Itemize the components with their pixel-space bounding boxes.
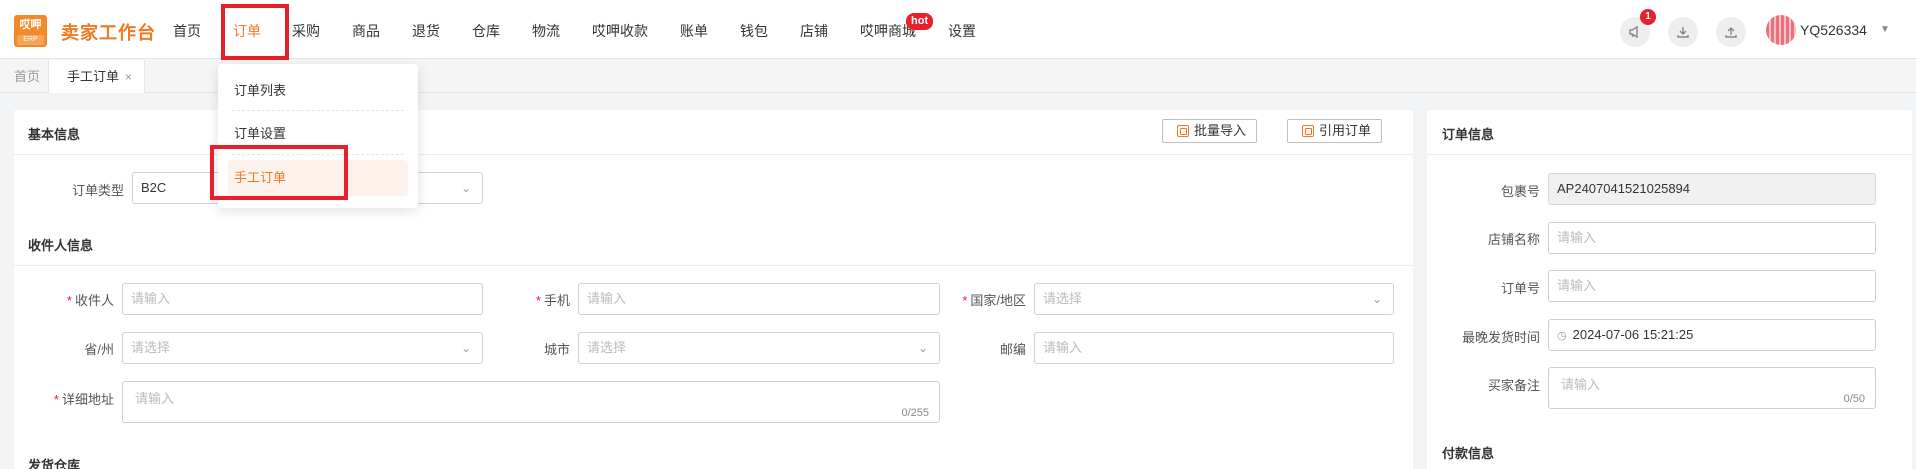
recipient-name-input[interactable]: 请输入 [122,283,483,315]
chevron-down-icon[interactable]: ▼ [1880,24,1890,35]
city-label: 城市 [543,342,570,357]
order-no-input[interactable]: 请输入 [1548,270,1876,302]
batch-import-label: 批量导入 [1194,123,1247,138]
nav-item-wallet[interactable]: 钱包 [740,0,768,59]
ship-time-value: 2024-07-06 15:21:25 [1572,327,1694,342]
divider [14,265,1413,266]
country-select[interactable]: 请选择 ⌄ [1034,283,1394,315]
province-placeholder: 请选择 [131,340,171,355]
brand-name: 卖家工作台 [61,23,156,43]
nav-item-shops[interactable]: 店铺 [800,0,828,59]
country-placeholder: 请选择 [1043,291,1083,306]
nav-item-products[interactable]: 商品 [352,0,380,59]
logo-subtext: ERP [17,35,44,45]
shop-name-input[interactable]: 请输入 [1548,222,1876,254]
chevron-down-icon: ⌄ [1371,292,1382,306]
phone-label: * 手机 [535,293,570,308]
notification-badge: 1 [1640,9,1656,25]
chevron-down-icon: ⌄ [460,341,471,355]
download-icon[interactable] [1668,17,1698,47]
chevron-down-icon: ⌄ [917,341,928,355]
cite-order-label: 引用订单 [1319,123,1372,138]
tab-home[interactable]: 首页 [14,60,40,93]
nav-item-purchase[interactable]: 采购 [292,0,320,59]
province-select[interactable]: 请选择 ⌄ [122,332,483,364]
batch-import-button[interactable]: 批量导入 [1162,119,1258,143]
address-char-count: 0/255 [901,407,929,419]
cite-order-button[interactable]: 引用订单 [1287,119,1383,143]
copy-icon [1177,125,1189,137]
basic-info-title: 基本信息 [28,127,81,142]
address-label: * 详细地址 [53,392,114,407]
recipient-info-title: 收件人信息 [28,238,94,253]
province-label: 省/州 [84,342,114,357]
nav-item-payments[interactable]: 哎呷收款 [592,0,648,59]
nav-item-mall[interactable]: 哎呷商城 [860,0,916,59]
divider [1427,154,1912,155]
nav-item-settings[interactable]: 设置 [948,0,976,59]
menu-item-order-list[interactable]: 订单列表 [228,73,408,109]
nav-item-home[interactable]: 首页 [173,0,201,59]
address-placeholder: 请输入 [135,391,175,406]
highlight-box-manual-order [210,145,348,200]
remark-char-count: 0/50 [1843,393,1865,405]
nav-item-bills[interactable]: 账单 [680,0,708,59]
clock-icon: ◷ [1557,330,1567,342]
order-type-label: 订单类型 [71,183,124,198]
zip-input[interactable]: 请输入 [1034,332,1394,364]
phone-input[interactable]: 请输入 [578,283,940,315]
tab-label: 手工订单 [67,69,120,84]
username[interactable]: YQ526334 [1800,22,1867,38]
remark-label: 买家备注 [1487,378,1540,393]
country-label: * 国家/地区 [962,293,1026,308]
remark-placeholder: 请输入 [1561,377,1601,392]
tab-manual-order[interactable]: 手工订单 × [48,60,146,93]
close-icon[interactable]: × [125,70,132,84]
address-textarea[interactable]: 请输入 0/255 [122,381,940,423]
hot-badge: hot [906,13,934,30]
top-navbar: 哎呷 ERP 卖家工作台 首页 订单 采购 商品 退货 仓库 物流 哎呷收款 账… [0,0,1916,60]
warehouse-title: 发货仓库 [28,458,81,469]
nav-item-returns[interactable]: 退货 [412,0,440,59]
order-type-value: B2C [141,180,167,195]
shop-name-label: 店铺名称 [1487,232,1540,247]
package-no-field: AP2407041521025894 [1548,173,1876,205]
payment-info-title: 付款信息 [1442,446,1495,461]
city-placeholder: 请选择 [587,340,627,355]
order-no-label: 订单号 [1500,281,1540,296]
app-logo[interactable]: 哎呷 ERP [14,15,47,47]
ship-time-picker[interactable]: ◷ 2024-07-06 15:21:25 [1548,319,1876,351]
zip-label: 邮编 [999,342,1026,357]
remark-textarea[interactable]: 请输入 0/50 [1548,367,1876,409]
package-no-label: 包裹号 [1500,184,1540,199]
order-info-title: 订单信息 [1442,127,1495,142]
nav-item-warehouse[interactable]: 仓库 [472,0,500,59]
chevron-down-icon: ⌄ [460,181,471,195]
copy-icon [1302,125,1314,137]
avatar[interactable] [1766,15,1796,45]
divider [232,110,404,111]
nav-item-logistics[interactable]: 物流 [532,0,560,59]
ship-time-label: 最晚发货时间 [1461,330,1540,345]
upload-icon[interactable] [1716,17,1746,47]
logo-text: 哎呷 [19,19,42,31]
recipient-name-label: * 收件人 [66,293,114,308]
city-select[interactable]: 请选择 ⌄ [578,332,940,364]
highlight-box-orders [221,4,289,60]
